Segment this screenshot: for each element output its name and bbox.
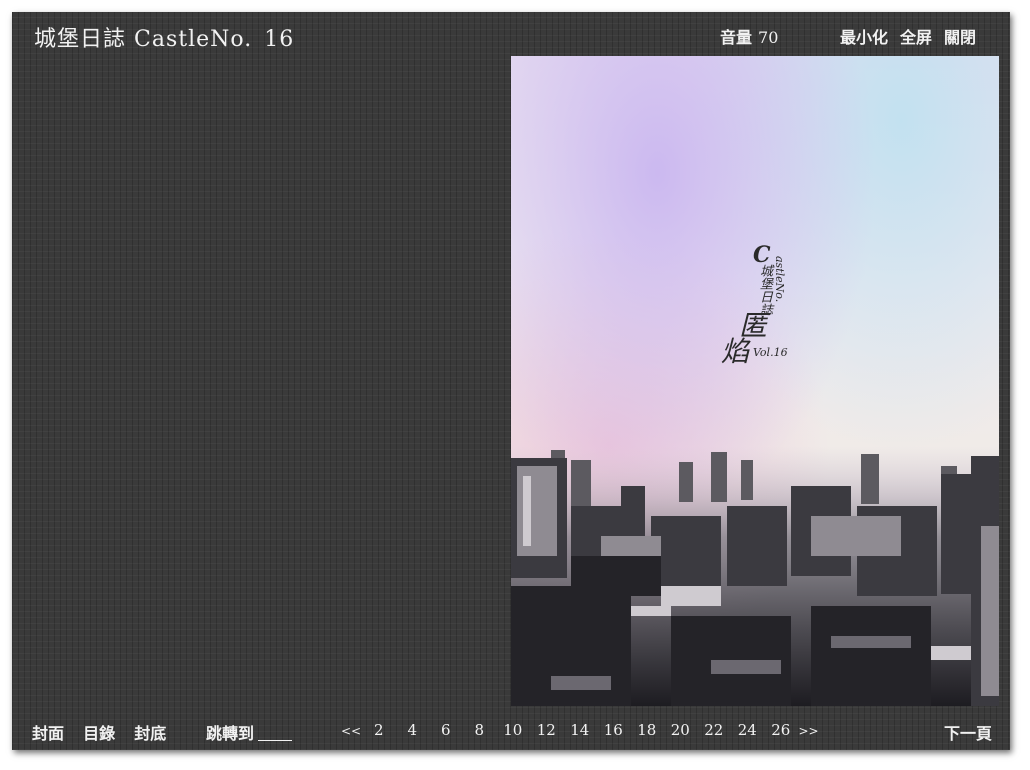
- footer-nav: 封面 目錄 封底: [32, 720, 180, 744]
- jump-to-input[interactable]: [258, 726, 293, 741]
- cover-logo-en: astleNo.: [773, 256, 786, 303]
- pager-page[interactable]: 16: [597, 721, 631, 739]
- pager-page[interactable]: 12: [530, 721, 564, 739]
- front-cover-link[interactable]: 封面: [32, 724, 64, 743]
- jump-to-control: 跳轉到: [206, 720, 293, 744]
- pager-page[interactable]: 10: [496, 721, 530, 739]
- minimize-button[interactable]: 最小化: [840, 28, 888, 47]
- volume-value: 70: [758, 28, 779, 47]
- cover-page[interactable]: C 城堡日誌 astleNo. 匿 焰 Vol.16: [511, 56, 999, 706]
- pager-page[interactable]: 22: [697, 721, 731, 739]
- pager-page[interactable]: 8: [463, 721, 497, 739]
- page-pager: << 2 4 6 8 10 12 14 16 18 20 22 24 26 >>: [340, 720, 820, 739]
- volume-label: 音量: [720, 28, 753, 47]
- issue-number: 16: [264, 27, 295, 52]
- pager-page[interactable]: 2: [362, 721, 396, 739]
- cover-volume: Vol.16: [753, 346, 788, 359]
- cover-logo: C 城堡日誌 astleNo. 匿 焰 Vol.16: [721, 242, 791, 372]
- front-cover-label: 封面: [32, 724, 65, 743]
- back-cover-label: 封底: [134, 724, 167, 743]
- city-skyline-image: [511, 446, 999, 706]
- jump-to-label: 跳轉到: [206, 724, 255, 743]
- pager-prev[interactable]: <<: [340, 724, 362, 738]
- app-title-text: 城堡日誌 CastleNo.: [34, 27, 253, 52]
- next-page-label: 下一頁: [944, 724, 993, 743]
- pager-page[interactable]: 14: [563, 721, 597, 739]
- pager-page[interactable]: 18: [630, 721, 664, 739]
- volume-control[interactable]: 音量 70: [720, 24, 778, 48]
- pager-page[interactable]: 20: [664, 721, 698, 739]
- next-page-button[interactable]: 下一頁: [944, 720, 992, 744]
- contents-link[interactable]: 目錄: [83, 724, 115, 743]
- app-title: 城堡日誌 CastleNo. 16: [34, 21, 294, 53]
- left-page-blank: [12, 56, 510, 706]
- back-cover-link[interactable]: 封底: [134, 724, 166, 743]
- pager-page[interactable]: 26: [764, 721, 798, 739]
- contents-label: 目錄: [83, 724, 116, 743]
- cover-title-char-2: 焰: [721, 335, 750, 368]
- pager-page[interactable]: 24: [731, 721, 765, 739]
- close-button[interactable]: 關閉: [944, 28, 976, 47]
- fullscreen-button[interactable]: 全屏: [900, 28, 932, 47]
- magazine-reader-window: 城堡日誌 CastleNo. 16 音量 70 最小化 全屏 關閉 C 城堡日誌…: [12, 12, 1010, 750]
- window-controls: 最小化 全屏 關閉: [840, 24, 988, 48]
- pager-page[interactable]: 6: [429, 721, 463, 739]
- pager-next[interactable]: >>: [798, 724, 820, 738]
- pager-page[interactable]: 4: [396, 721, 430, 739]
